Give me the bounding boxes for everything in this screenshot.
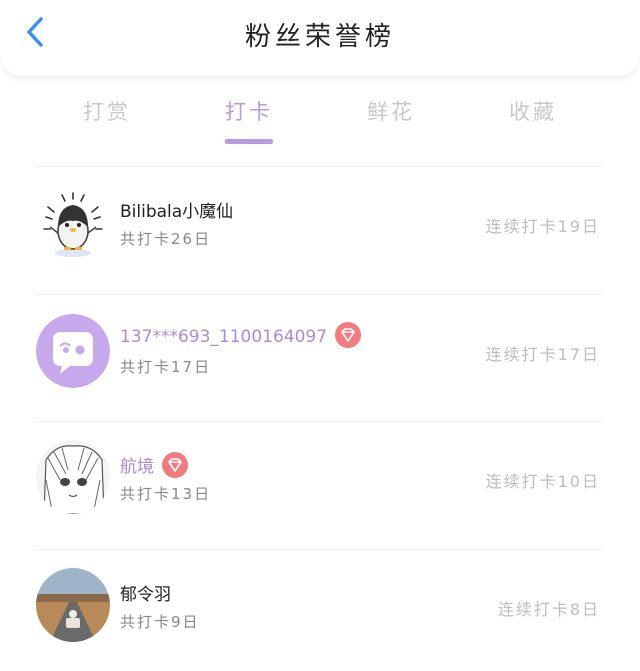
fan-row[interactable]: 郁令羽 共打卡9日 连续打卡8日 [0, 550, 640, 671]
tab-favorites[interactable]: 收藏 [463, 92, 603, 146]
diamond-badge-icon [335, 322, 362, 348]
penguin-avatar [36, 187, 110, 261]
total-checkins: 共打卡17日 [120, 358, 212, 376]
tab-reward[interactable]: 打赏 [37, 92, 177, 146]
tab-bar: 打赏 打卡 鲜花 收藏 [0, 92, 640, 152]
fan-name: 郁令羽 [120, 585, 171, 605]
active-tab-indicator [225, 139, 273, 144]
fan-name: Bilibala小魔仙 [120, 202, 234, 222]
road-photo-avatar [36, 568, 110, 642]
fan-row[interactable]: Bilibala小魔仙 共打卡26日 连续打卡19日 [0, 167, 640, 294]
diamond-badge-icon [162, 452, 188, 478]
total-checkins: 共打卡26日 [120, 230, 212, 248]
chat-bubble-avatar [36, 314, 110, 388]
fan-name: 137***693_1100164097 [120, 322, 362, 350]
top-bar: 粉丝荣誉榜 [0, 0, 640, 76]
tab-flowers[interactable]: 鲜花 [321, 92, 461, 146]
fan-name: 航境 [120, 452, 188, 480]
streak-checkins: 连续打卡17日 [485, 345, 600, 364]
anime-sketch-avatar [36, 440, 110, 514]
total-checkins: 共打卡13日 [120, 485, 212, 503]
streak-checkins: 连续打卡8日 [497, 600, 600, 619]
total-checkins: 共打卡9日 [120, 613, 200, 631]
streak-checkins: 连续打卡10日 [485, 472, 600, 491]
tab-checkin[interactable]: 打卡 [179, 92, 319, 146]
fan-honor-page: 粉丝荣誉榜 打赏 打卡 鲜花 收藏 Bilibala小魔仙 共打卡26日 连续打… [0, 0, 640, 671]
fan-row[interactable]: 137***693_1100164097 共打卡17日 连续打卡17日 [0, 295, 640, 422]
fan-row[interactable]: 航境 共打卡13日 连续打卡10日 [0, 422, 640, 549]
page-title: 粉丝荣誉榜 [244, 22, 395, 52]
streak-checkins: 连续打卡19日 [485, 217, 600, 236]
